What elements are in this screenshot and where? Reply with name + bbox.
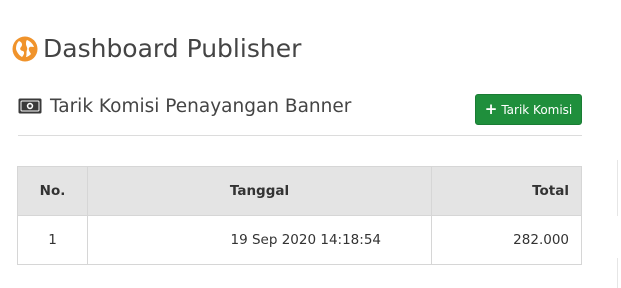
table-row: 1 19 Sep 2020 14:18:54 282.000	[17, 215, 582, 265]
section-divider	[18, 135, 582, 136]
money-icon	[18, 98, 42, 114]
section-header: Tarik Komisi Penayangan Banner + Tarik K…	[18, 92, 582, 125]
section-title: Tarik Komisi Penayangan Banner	[50, 96, 352, 117]
table-header-row: No. Tanggal Total	[17, 166, 582, 216]
commission-table: No. Tanggal Total 1 19 Sep 2020 14:18:54…	[17, 166, 582, 265]
cell-tanggal: 19 Sep 2020 14:18:54	[87, 215, 432, 265]
tarik-komisi-button[interactable]: + Tarik Komisi	[475, 94, 582, 125]
page: Dashboard Publisher Tarik Komisi Penayan…	[0, 0, 621, 288]
globe-icon	[12, 36, 38, 62]
tarik-komisi-label: Tarik Komisi	[501, 102, 573, 117]
column-header-total: Total	[431, 166, 582, 216]
column-header-no: No.	[17, 166, 88, 216]
panel-edge-lower	[617, 258, 618, 288]
page-title: Dashboard Publisher	[43, 34, 302, 63]
column-header-tanggal: Tanggal	[87, 166, 432, 216]
cell-total: 282.000	[431, 215, 582, 265]
panel-edge	[617, 160, 618, 216]
cell-no: 1	[17, 215, 88, 265]
page-header: Dashboard Publisher	[12, 30, 301, 68]
plus-icon: +	[484, 100, 498, 118]
